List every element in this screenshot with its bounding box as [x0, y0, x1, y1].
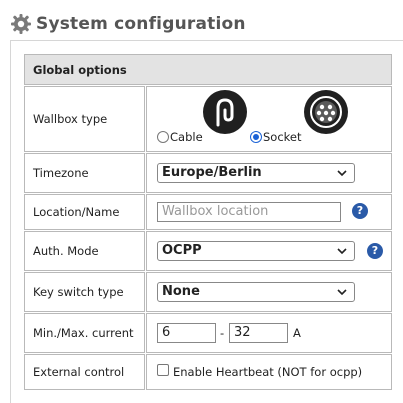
socket-radio[interactable] — [250, 131, 262, 143]
timezone-value: Europe/Berlin — [162, 165, 262, 180]
key-switch-label: Key switch type — [33, 285, 124, 299]
current-unit: A — [293, 326, 301, 340]
current-label: Min./Max. current — [33, 326, 134, 340]
auth-mode-row: Auth. Mode OCPP ? — [24, 231, 392, 271]
auth-mode-label: Auth. Mode — [33, 244, 99, 258]
section-title: Global options — [33, 62, 127, 77]
location-value-cell: Wallbox location ? — [146, 194, 392, 230]
auth-mode-help-icon[interactable]: ? — [367, 243, 383, 259]
current-value-cell: 6 - 32 A — [146, 313, 392, 353]
min-current-input[interactable]: 6 — [157, 323, 216, 343]
timezone-label-cell: Timezone — [24, 153, 145, 193]
current-separator: - — [220, 326, 225, 340]
page-title: System configuration — [36, 14, 246, 34]
current-row: Min./Max. current 6 - 32 A — [24, 313, 392, 353]
cable-radio-label: Cable — [170, 130, 203, 144]
wallbox-type-options-cell: Cable Socket — [146, 86, 392, 152]
timezone-select[interactable]: Europe/Berlin — [157, 163, 355, 183]
max-current-input[interactable]: 32 — [229, 323, 288, 343]
auth-mode-value: OCPP — [162, 243, 202, 258]
key-switch-value-cell: None — [146, 272, 392, 312]
timezone-value-cell: Europe/Berlin — [146, 153, 392, 193]
heartbeat-checkbox-label: Enable Heartbeat (NOT for ocpp) — [173, 365, 363, 379]
location-input[interactable]: Wallbox location — [157, 202, 341, 222]
chevron-down-icon — [336, 166, 348, 180]
chevron-down-icon — [336, 285, 348, 299]
external-control-row: External control Enable Heartbeat (NOT f… — [24, 354, 392, 390]
socket-radio-label: Socket — [263, 130, 302, 144]
wallbox-type-label-cell: Wallbox type — [24, 86, 145, 152]
external-control-value-cell: Enable Heartbeat (NOT for ocpp) — [146, 354, 392, 390]
location-row: Location/Name Wallbox location ? — [24, 194, 392, 230]
location-help-icon[interactable]: ? — [352, 203, 368, 219]
auth-mode-value-cell: OCPP ? — [146, 231, 392, 271]
current-label-cell: Min./Max. current — [24, 313, 145, 353]
wallbox-type-label: Wallbox type — [33, 112, 108, 126]
min-current-value: 6 — [162, 325, 171, 340]
page-header: System configuration — [10, 8, 246, 40]
heartbeat-checkbox[interactable] — [157, 364, 169, 376]
max-current-value: 32 — [234, 325, 251, 340]
key-switch-select[interactable]: None — [157, 282, 355, 302]
auth-mode-select[interactable]: OCPP — [157, 241, 355, 261]
cable-radio[interactable] — [157, 131, 169, 143]
key-switch-label-cell: Key switch type — [24, 272, 145, 312]
cable-plug-icon — [203, 90, 247, 134]
timezone-label: Timezone — [33, 166, 89, 180]
timezone-row: Timezone Europe/Berlin — [24, 153, 392, 193]
external-control-label: External control — [33, 365, 125, 379]
key-switch-value: None — [162, 284, 200, 299]
location-placeholder: Wallbox location — [162, 204, 269, 219]
key-switch-row: Key switch type None — [24, 272, 392, 312]
location-label-cell: Location/Name — [24, 194, 145, 230]
chevron-down-icon — [336, 244, 348, 258]
gear-icon — [10, 13, 32, 35]
location-label: Location/Name — [33, 205, 120, 219]
socket-plug-icon — [304, 90, 348, 134]
wallbox-type-row: Wallbox type Cable Socket — [24, 86, 392, 152]
auth-mode-label-cell: Auth. Mode — [24, 231, 145, 271]
external-control-label-cell: External control — [24, 354, 145, 390]
section-header: Global options — [24, 54, 392, 85]
